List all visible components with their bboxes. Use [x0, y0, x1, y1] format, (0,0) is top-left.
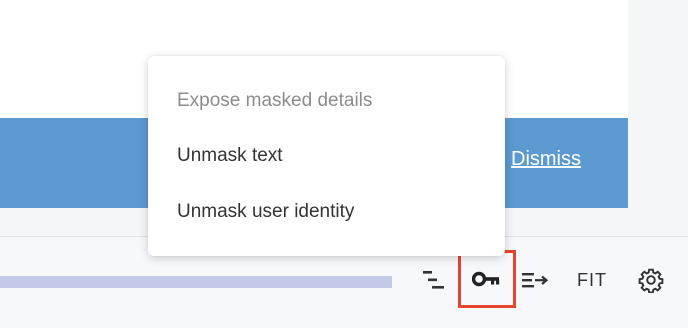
unmask-key-button[interactable]: [458, 250, 516, 308]
tree-outline-icon: [423, 271, 444, 289]
fit-button[interactable]: FIT: [572, 262, 612, 298]
settings-button[interactable]: [634, 262, 668, 298]
menu-item-unmask-text[interactable]: Unmask text: [148, 132, 505, 180]
menu-header: Expose masked details: [177, 90, 373, 111]
side-gutter: [628, 0, 688, 236]
unmask-dropdown-menu: Expose masked details Unmask text Unmask…: [148, 56, 505, 256]
key-icon: [472, 271, 500, 287]
tree-outline-button[interactable]: [418, 262, 448, 298]
settings-gear-icon: [638, 268, 664, 293]
menu-item-unmask-user-identity[interactable]: Unmask user identity: [148, 188, 505, 236]
wrap-lines-button[interactable]: [520, 262, 550, 298]
dismiss-link[interactable]: Dismiss: [511, 148, 581, 171]
timeline-progress-bar[interactable]: [0, 276, 392, 288]
wrap-lines-icon: [522, 273, 549, 288]
